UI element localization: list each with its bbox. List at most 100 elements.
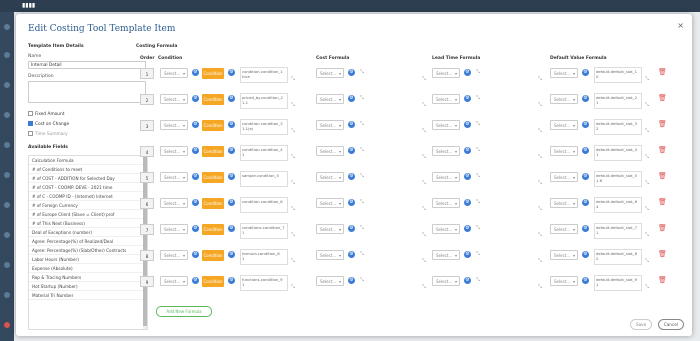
condition-formula-input[interactable]: conditions.condition_7 1 (240, 223, 288, 239)
resize-icon[interactable]: ⤡ (538, 232, 545, 239)
condition-badge[interactable]: Condition (202, 94, 224, 105)
delete-icon[interactable]: 🗑 (658, 146, 667, 154)
settings-icon[interactable]: ⚙ (582, 225, 589, 232)
condition-formula-input[interactable]: sample.condition_5 (240, 171, 288, 187)
condition-formula-input[interactable]: condition.condition_1 true (240, 67, 288, 83)
order-input[interactable]: 3 (140, 120, 154, 131)
condition-formula-input[interactable]: functions.condition_9 1 (240, 275, 288, 291)
lead-time-select[interactable]: Select... (432, 276, 460, 286)
settings-icon[interactable]: ⚙ (192, 121, 199, 128)
condition-badge[interactable]: Condition (202, 172, 224, 183)
settings-icon[interactable]: ⚙ (348, 121, 355, 128)
settings-icon[interactable]: ⚙ (192, 147, 199, 154)
settings-icon[interactable]: ⚙ (464, 251, 471, 258)
default-value-select[interactable]: Select... (550, 224, 578, 234)
default-formula-input[interactable]: default.default_slot_1 0 (594, 67, 642, 83)
order-input[interactable]: 1 (140, 68, 154, 79)
resize-icon[interactable]: ⤡ (645, 76, 652, 83)
resize-icon[interactable]: ⤡ (291, 206, 298, 213)
settings-icon[interactable]: ⚙ (192, 251, 199, 258)
description-input[interactable] (28, 81, 146, 103)
settings-icon[interactable]: ⚙ (348, 69, 355, 76)
fixed-amount-checkbox[interactable]: Fixed Amount (28, 111, 64, 117)
settings-icon[interactable]: ⚙ (464, 69, 471, 76)
settings-icon[interactable]: ⚙ (348, 147, 355, 154)
resize-icon[interactable]: ⤡ (645, 258, 652, 265)
settings-icon[interactable]: ⚙ (582, 199, 589, 206)
condition-select[interactable]: Select... (160, 146, 188, 156)
settings-icon[interactable]: ⚙ (228, 199, 235, 206)
resize-icon[interactable]: ⤡ (422, 232, 429, 239)
resize-icon[interactable]: ⤡ (645, 128, 652, 135)
resize-icon[interactable]: ⤡ (291, 258, 298, 265)
cost-select[interactable]: Select... (316, 68, 344, 78)
delete-icon[interactable]: 🗑 (658, 94, 667, 102)
condition-formula-input[interactable]: formula.condition_8 1 (240, 249, 288, 265)
settings-icon[interactable]: ⚙ (348, 251, 355, 258)
cost-select[interactable]: Select... (316, 224, 344, 234)
resize-icon[interactable]: ⤡ (422, 284, 429, 291)
resize-icon[interactable]: ⤡ (538, 180, 545, 187)
settings-icon[interactable]: ⚙ (228, 225, 235, 232)
default-value-select[interactable]: Select... (550, 198, 578, 208)
default-value-select[interactable]: Select... (550, 276, 578, 286)
settings-icon[interactable]: ⚙ (464, 147, 471, 154)
resize-icon[interactable]: ⤡ (538, 102, 545, 109)
cost-on-change-checkbox[interactable]: Cost on Change (28, 121, 69, 127)
nav-icon[interactable] (4, 24, 10, 30)
default-value-select[interactable]: Select... (550, 94, 578, 104)
nav-icon[interactable] (4, 262, 10, 268)
resize-icon[interactable]: ⤡ (538, 206, 545, 213)
condition-formula-input[interactable]: condition.condition_4 1 (240, 145, 288, 161)
resize-icon[interactable]: ⤡ (538, 258, 545, 265)
settings-icon[interactable]: ⚙ (464, 121, 471, 128)
lead-time-select[interactable]: Select... (432, 172, 460, 182)
nav-icon[interactable] (4, 52, 10, 58)
field-list-item[interactable]: Rep & Tracing Numbers (29, 273, 147, 282)
order-input[interactable]: 7 (140, 224, 154, 235)
condition-select[interactable]: Select... (160, 120, 188, 130)
settings-icon[interactable]: ⚙ (464, 277, 471, 284)
add-new-formula-button[interactable]: Add New Formula (156, 306, 212, 317)
resize-icon[interactable]: ⤡ (422, 258, 429, 265)
condition-select[interactable]: Select... (160, 198, 188, 208)
cost-select[interactable]: Select... (316, 276, 344, 286)
settings-icon[interactable]: ⚙ (228, 173, 235, 180)
field-list-item[interactable]: # of Foreign Currency (29, 201, 147, 210)
resize-icon[interactable]: ⤡ (645, 154, 652, 161)
delete-icon[interactable]: 🗑 (658, 276, 667, 284)
default-formula-input[interactable]: default.default_slot_9 1 (594, 275, 642, 291)
settings-icon[interactable]: ⚙ (228, 121, 235, 128)
settings-icon[interactable]: ⚙ (348, 95, 355, 102)
settings-icon[interactable]: ⚙ (348, 277, 355, 284)
resize-icon[interactable]: ⤡ (291, 76, 298, 83)
resize-icon[interactable]: ⤡ (645, 206, 652, 213)
condition-badge[interactable]: Condition (202, 250, 224, 261)
condition-badge[interactable]: Condition (202, 224, 224, 235)
resize-icon[interactable]: ⤡ (538, 128, 545, 135)
resize-icon[interactable]: ⤡ (291, 180, 298, 187)
delete-icon[interactable]: 🗑 (658, 198, 667, 206)
condition-badge[interactable]: Condition (202, 68, 224, 79)
resize-icon[interactable]: ⤡ (291, 232, 298, 239)
settings-icon[interactable]: ⚙ (192, 225, 199, 232)
settings-icon[interactable]: ⚙ (192, 173, 199, 180)
default-value-select[interactable]: Select... (550, 172, 578, 182)
settings-icon[interactable]: ⚙ (464, 225, 471, 232)
default-value-select[interactable]: Select... (550, 68, 578, 78)
settings-icon[interactable]: ⚙ (582, 251, 589, 258)
name-input[interactable]: Internal Detail (28, 61, 146, 69)
cost-select[interactable]: Select... (316, 198, 344, 208)
order-input[interactable]: 5 (140, 172, 154, 183)
settings-icon[interactable]: ⚙ (348, 199, 355, 206)
field-list-item[interactable]: # of COST - COOMP. DEVE - 2021 time (29, 183, 147, 192)
field-list-item[interactable]: Material Tri Number (29, 291, 147, 300)
nav-icon[interactable] (4, 112, 10, 118)
order-input[interactable]: 6 (140, 198, 154, 209)
settings-icon[interactable]: ⚙ (192, 199, 199, 206)
resize-icon[interactable]: ⤡ (645, 102, 652, 109)
lead-time-select[interactable]: Select... (432, 146, 460, 156)
checkbox-box[interactable] (28, 131, 33, 136)
nav-icon[interactable] (4, 142, 10, 148)
delete-icon[interactable]: 🗑 (658, 224, 667, 232)
